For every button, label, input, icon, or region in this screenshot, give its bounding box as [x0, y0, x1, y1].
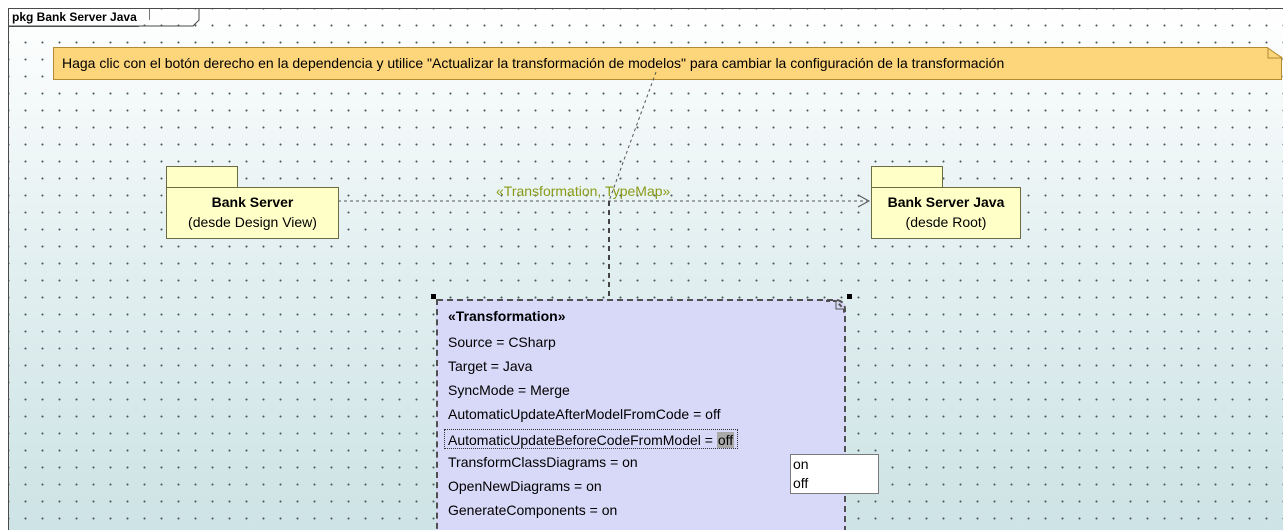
diagram-canvas[interactable]: pkg Bank Server Java Haga clic con el bo…	[8, 8, 1283, 530]
resize-handle-top-right[interactable]	[847, 294, 852, 299]
dependency-stereotype-label[interactable]: «Transformation, TypeMap»	[496, 183, 670, 199]
note-corner-fold	[826, 300, 845, 315]
package-tab	[871, 166, 943, 188]
package-origin: (desde Design View)	[188, 214, 317, 230]
value-dropdown-list[interactable]: on off	[790, 454, 879, 494]
package-name: Bank Server Java	[887, 194, 1005, 210]
transformation-row[interactable]: Target = Java	[448, 358, 532, 374]
transformation-note[interactable]: «Transformation» Source = CSharp Target …	[436, 299, 846, 530]
package-origin: (desde Root)	[905, 214, 987, 230]
transformation-row[interactable]: OpenNewDiagrams = on	[448, 478, 602, 494]
transformation-row-selected[interactable]: AutomaticUpdateBeforeCodeFromModel = off	[444, 429, 739, 449]
note-anchor-line	[608, 71, 657, 202]
package-body: Bank Server (desde Design View)	[166, 187, 339, 239]
transformation-row[interactable]: AutomaticUpdateAfterModelFromCode = off	[448, 406, 721, 422]
package-body: Bank Server Java (desde Root)	[871, 187, 1021, 239]
dependency-arrowhead	[857, 194, 871, 208]
transformation-row[interactable]: GenerateComponents = on	[448, 502, 617, 518]
row-label: AutomaticUpdateBeforeCodeFromModel =	[448, 432, 717, 448]
transformation-stereotype: «Transformation»	[448, 308, 566, 324]
transformation-row[interactable]: SyncMode = Merge	[448, 382, 570, 398]
package-tab	[166, 166, 238, 188]
transformation-row[interactable]: Source = CSharp	[448, 334, 556, 350]
transformation-row[interactable]: TransformClassDiagrams = on	[448, 454, 638, 470]
dropdown-option-off[interactable]: off	[791, 474, 878, 493]
row-value-editor[interactable]: off	[716, 432, 735, 448]
package-name: Bank Server	[211, 194, 294, 210]
dropdown-option-on[interactable]: on	[791, 455, 878, 474]
